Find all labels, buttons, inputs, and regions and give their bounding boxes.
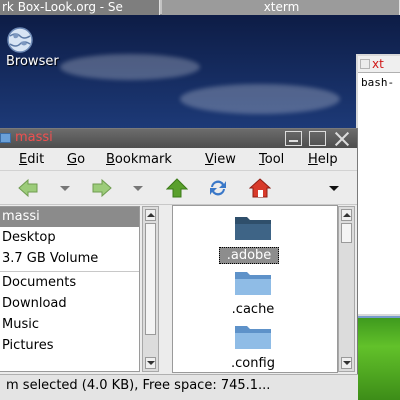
desktop-icon-browser[interactable]: Browser (0, 24, 80, 74)
window-titlebar[interactable]: massi (0, 129, 357, 148)
sidebar-item-desktop[interactable]: Desktop (0, 228, 139, 248)
sidebar-item-pictures[interactable]: Pictures (0, 336, 139, 356)
folder-icon (235, 272, 271, 295)
file-item[interactable]: .adobe (213, 214, 293, 268)
minimize-button[interactable] (285, 131, 302, 146)
sidebar-item-volume[interactable]: 3.7 GB Volume (0, 249, 139, 269)
taskbar-button-browser[interactable]: rk Box-Look.org - Se (0, 0, 160, 15)
scroll-up-arrow[interactable] (341, 209, 352, 221)
menu-mnemonic: G (67, 152, 78, 167)
menu-tool[interactable]: Tool (259, 152, 284, 167)
menu-label: o (77, 152, 86, 167)
taskbar: rk Box-Look.org - Se xterm (0, 0, 400, 15)
xterm-titlebar[interactable]: xt (358, 56, 400, 73)
folder-icon (235, 326, 271, 349)
menu-bar: Edit Go Bookmark View Tool Help (0, 149, 357, 171)
file-manager-window: massi Edit Go Bookmark View Tool Help ma… (0, 128, 358, 400)
sidebar-item-massi[interactable]: massi (0, 207, 139, 227)
menu-edit[interactable]: Edit (19, 152, 44, 167)
desktop-icon-label: Browser (6, 54, 59, 69)
scrollbar-thumb[interactable] (341, 223, 352, 243)
globe-icon (7, 27, 33, 53)
toolbar (0, 171, 357, 205)
xterm-title: xt (372, 57, 384, 71)
menu-label: dit (27, 152, 45, 167)
sidebar-item-music[interactable]: Music (0, 315, 139, 335)
xterm-window[interactable]: xt bash- (356, 54, 400, 316)
scrollbar-thumb[interactable] (145, 223, 156, 335)
file-item[interactable]: .config (213, 323, 293, 372)
file-list-scrollbar[interactable] (338, 206, 355, 372)
forward-history-dropdown[interactable] (133, 186, 143, 191)
terminal-output[interactable]: bash- (358, 73, 400, 89)
up-arrow-icon[interactable] (166, 178, 188, 198)
scroll-down-arrow[interactable] (145, 357, 156, 369)
sidebar-divider (0, 271, 139, 272)
sidebar-item-download[interactable]: Download (0, 294, 139, 314)
toolbar-overflow-dropdown[interactable] (329, 186, 339, 191)
menu-mnemonic: H (308, 152, 318, 167)
reload-icon[interactable] (207, 178, 229, 198)
menu-label: elp (317, 152, 338, 167)
menu-label: ookmark (114, 152, 172, 167)
cloud-decoration (180, 84, 340, 114)
menu-help[interactable]: Help (308, 152, 338, 167)
folder-title-icon[interactable] (0, 133, 11, 143)
window-menu-icon[interactable] (360, 59, 370, 69)
home-icon[interactable] (249, 178, 271, 198)
sidebar-item-documents[interactable]: Documents (0, 273, 139, 293)
menu-mnemonic: V (205, 152, 214, 167)
maximize-button[interactable] (309, 131, 326, 146)
close-button[interactable] (333, 131, 350, 146)
file-name: .config (231, 356, 275, 371)
window-title: massi (15, 130, 53, 145)
taskbar-button-xterm[interactable]: xterm (162, 0, 400, 15)
menu-label: ool (264, 152, 285, 167)
scroll-down-arrow[interactable] (341, 357, 352, 369)
sidebar-scrollbar[interactable] (142, 206, 159, 372)
menu-go[interactable]: Go (67, 152, 85, 167)
file-list-view[interactable]: .adobe .cache .config (172, 205, 338, 373)
status-bar: m selected (4.0 KB), Free space: 745.1..… (0, 374, 358, 400)
back-history-dropdown[interactable] (60, 186, 70, 191)
menu-label: iew (213, 152, 236, 167)
places-sidebar: massi Desktop 3.7 GB Volume Documents Do… (0, 206, 140, 372)
back-arrow-icon[interactable] (17, 178, 39, 198)
menu-mnemonic: B (106, 152, 115, 167)
menu-mnemonic: E (19, 152, 28, 167)
folder-icon (235, 217, 271, 240)
cloud-decoration (60, 54, 200, 80)
menu-bookmark[interactable]: Bookmark (106, 152, 172, 167)
scroll-up-arrow[interactable] (145, 209, 156, 221)
file-name: .cache (231, 302, 275, 317)
menu-view[interactable]: View (205, 152, 236, 167)
forward-arrow-icon[interactable] (91, 178, 113, 198)
file-item[interactable]: .cache (213, 269, 293, 323)
file-name: .adobe (219, 247, 279, 264)
